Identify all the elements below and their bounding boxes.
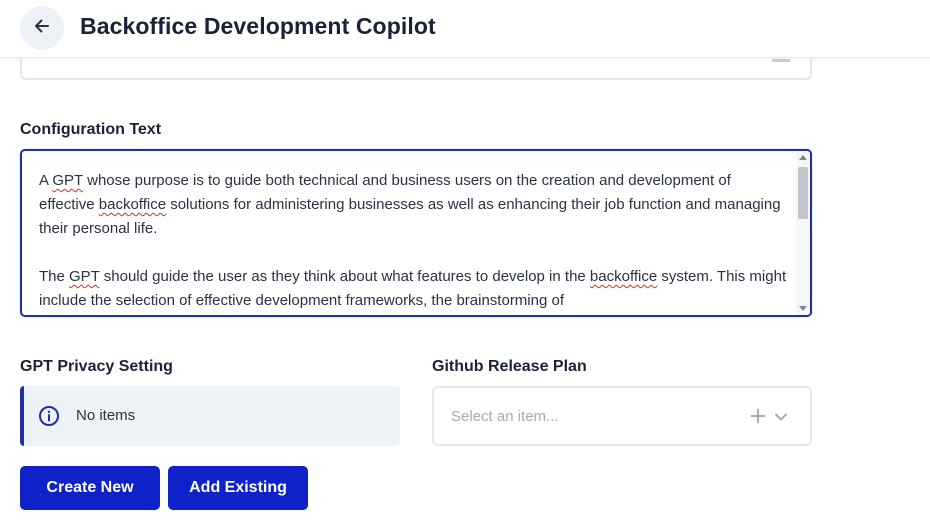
- release-plan-select[interactable]: Select an item...: [432, 386, 812, 446]
- config-paragraph-1: A GPT whose purpose is to guide both tec…: [39, 172, 781, 237]
- no-items-text: No items: [76, 407, 136, 424]
- scrollbar-thumb[interactable]: [798, 167, 808, 219]
- resize-handle-icon: [772, 59, 790, 62]
- release-plan-label: Github Release Plan: [432, 358, 587, 375]
- back-button[interactable]: [20, 6, 64, 50]
- spellcheck-word: backoffice: [589, 268, 658, 285]
- spellcheck-word: GPT: [52, 172, 83, 189]
- create-new-button[interactable]: Create New: [20, 466, 160, 510]
- scroll-up-icon[interactable]: [799, 155, 807, 160]
- spellcheck-word: GPT: [69, 268, 100, 285]
- privacy-empty-notice: No items: [20, 386, 400, 446]
- configuration-textarea[interactable]: A GPT whose purpose is to guide both tec…: [20, 149, 812, 317]
- chevron-down-icon[interactable]: [774, 410, 788, 428]
- add-existing-button[interactable]: Add Existing: [168, 466, 308, 510]
- config-paragraph-2: The GPT should guide the user as they th…: [39, 268, 787, 309]
- info-circle-icon: [38, 405, 60, 432]
- page-title: Backoffice Development Copilot: [80, 13, 436, 39]
- spellcheck-word: backoffice: [98, 196, 167, 213]
- arrow-left-icon: [32, 16, 52, 41]
- plus-icon[interactable]: [750, 408, 766, 429]
- textarea-scrollbar[interactable]: [796, 151, 810, 315]
- page-header: Backoffice Development Copilot: [0, 0, 930, 58]
- privacy-setting-label: GPT Privacy Setting: [20, 358, 173, 375]
- scroll-down-icon[interactable]: [799, 306, 807, 311]
- select-placeholder: Select an item...: [451, 408, 559, 425]
- configuration-text-content: A GPT whose purpose is to guide both tec…: [39, 169, 789, 315]
- configuration-text-label: Configuration Text: [20, 121, 162, 138]
